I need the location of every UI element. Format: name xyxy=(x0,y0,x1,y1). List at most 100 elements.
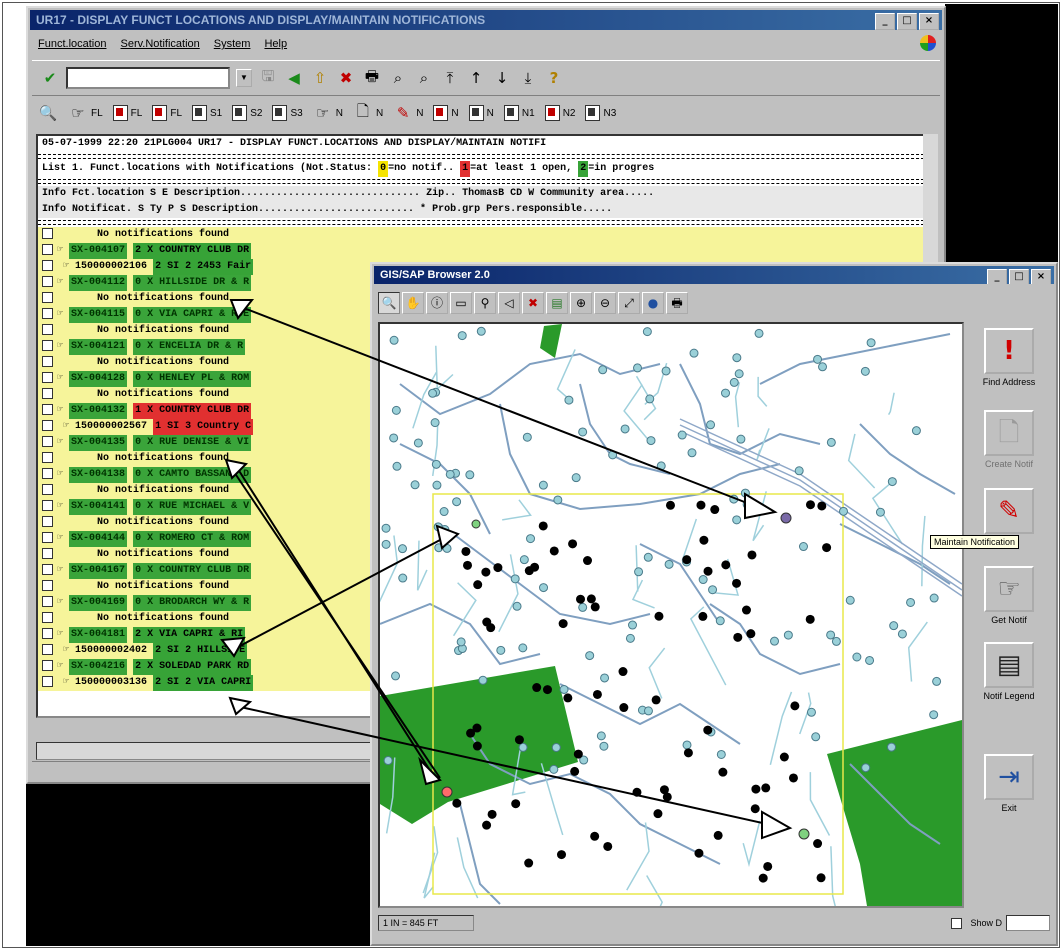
manhole-node[interactable] xyxy=(831,636,841,646)
manhole-node[interactable] xyxy=(452,497,462,507)
row-checkbox[interactable] xyxy=(42,387,53,399)
manhole-node[interactable] xyxy=(538,480,548,490)
selected-asset-node[interactable] xyxy=(461,546,471,556)
manhole-node[interactable] xyxy=(645,394,655,404)
manhole-node[interactable] xyxy=(391,671,401,681)
manhole-node[interactable] xyxy=(625,633,635,643)
selected-asset-node[interactable] xyxy=(570,766,580,776)
selected-asset-node[interactable] xyxy=(665,500,675,510)
selected-asset-node[interactable] xyxy=(473,580,483,590)
row-checkbox[interactable] xyxy=(42,435,53,447)
manhole-node[interactable] xyxy=(398,573,408,583)
row-checkbox[interactable] xyxy=(42,371,53,383)
manhole-node[interactable] xyxy=(598,365,608,375)
selected-asset-node[interactable] xyxy=(463,560,473,570)
close-icon[interactable]: × xyxy=(919,13,939,30)
manhole-node[interactable] xyxy=(682,740,692,750)
row-checkbox[interactable] xyxy=(42,451,53,463)
manhole-node[interactable] xyxy=(442,543,452,553)
manhole-node[interactable] xyxy=(512,601,522,611)
tool-n2[interactable]: N2 xyxy=(544,105,575,121)
selected-asset-node[interactable] xyxy=(590,831,600,841)
notification-id[interactable]: 150000003136 xyxy=(75,677,147,688)
manhole-node[interactable] xyxy=(398,544,408,554)
print-icon[interactable]: 🖶 xyxy=(362,66,382,91)
manhole-node[interactable] xyxy=(698,575,708,585)
selected-asset-node[interactable] xyxy=(813,839,823,849)
manhole-node[interactable] xyxy=(897,629,907,639)
manhole-node[interactable] xyxy=(599,741,609,751)
funct-location-id[interactable]: SX-004144 xyxy=(69,531,128,547)
funct-location-id[interactable]: SX-004132 xyxy=(69,403,128,419)
tool-s2[interactable]: S2 xyxy=(232,105,262,121)
manhole-node[interactable] xyxy=(643,706,653,716)
row-checkbox[interactable] xyxy=(42,307,53,319)
selected-asset-node[interactable] xyxy=(654,611,664,621)
manhole-node[interactable] xyxy=(860,366,870,376)
manhole-node[interactable] xyxy=(433,522,443,532)
selected-asset-node[interactable] xyxy=(549,546,559,556)
manhole-node[interactable] xyxy=(729,377,739,387)
print-icon[interactable]: 🖶 xyxy=(666,292,688,314)
manhole-node[interactable] xyxy=(656,461,666,471)
selected-asset-node[interactable] xyxy=(710,505,720,515)
info-icon[interactable]: ⓘ xyxy=(426,292,448,314)
funct-location-id[interactable]: SX-004121 xyxy=(69,339,128,355)
manhole-node[interactable] xyxy=(634,567,644,577)
clear-selection-icon[interactable]: ✖ xyxy=(522,292,544,314)
funct-location-id[interactable]: SX-004216 xyxy=(69,659,128,675)
back-icon[interactable]: ◀ xyxy=(284,69,304,87)
manhole-node[interactable] xyxy=(571,473,581,483)
selected-asset-node[interactable] xyxy=(696,500,706,510)
first-page-icon[interactable]: ⤒ xyxy=(440,69,460,87)
manhole-node[interactable] xyxy=(510,574,520,584)
manhole-node[interactable] xyxy=(522,432,532,442)
manhole-node[interactable] xyxy=(457,331,467,341)
manhole-node[interactable] xyxy=(392,461,402,471)
manhole-node[interactable] xyxy=(838,506,848,516)
tool-s1[interactable]: S1 xyxy=(192,105,222,121)
selected-asset-node[interactable] xyxy=(682,555,692,565)
create-notif-button[interactable]: 🗋 Create Notif xyxy=(970,410,1048,469)
manhole-node[interactable] xyxy=(600,673,610,683)
selected-asset-node[interactable] xyxy=(452,798,462,808)
globe-icon[interactable]: ● xyxy=(642,292,664,314)
zoom-tool-icon[interactable]: 🔍 xyxy=(378,292,400,314)
manhole-node[interactable] xyxy=(445,469,455,479)
manhole-node[interactable] xyxy=(661,366,671,376)
manhole-node[interactable] xyxy=(889,621,899,631)
funct-location-id[interactable]: SX-004115 xyxy=(69,307,128,323)
manhole-node[interactable] xyxy=(476,326,486,336)
previous-view-icon[interactable]: ◁ xyxy=(498,292,520,314)
manhole-node[interactable] xyxy=(381,523,391,533)
zoom-full-icon[interactable]: ⤢ xyxy=(618,292,640,314)
manhole-node[interactable] xyxy=(715,616,725,626)
manhole-node[interactable] xyxy=(806,707,816,717)
pan-hand-icon[interactable]: ✋ xyxy=(402,292,424,314)
cancel-icon[interactable]: ✖ xyxy=(336,69,356,87)
manhole-node[interactable] xyxy=(664,559,674,569)
funct-location-row[interactable]: ☞ SX-004107 2 X COUNTRY CLUB DR xyxy=(38,243,934,259)
selected-asset-node[interactable] xyxy=(699,535,709,545)
manhole-node[interactable] xyxy=(551,743,561,753)
tool-n-2[interactable]: 🗋 N xyxy=(353,101,383,126)
selected-asset-node[interactable] xyxy=(733,632,743,642)
selected-asset-node[interactable] xyxy=(751,784,761,794)
map-canvas[interactable] xyxy=(378,322,964,908)
row-checkbox[interactable] xyxy=(42,611,53,623)
manhole-node[interactable] xyxy=(496,645,506,655)
manhole-node[interactable] xyxy=(428,388,438,398)
selected-asset-node[interactable] xyxy=(586,594,596,604)
manhole-node[interactable] xyxy=(770,636,780,646)
manhole-node[interactable] xyxy=(736,434,746,444)
selected-asset-node[interactable] xyxy=(511,799,521,809)
manhole-node[interactable] xyxy=(608,450,618,460)
selected-asset-node[interactable] xyxy=(779,752,789,762)
row-checkbox[interactable] xyxy=(42,403,53,415)
selected-asset-node[interactable] xyxy=(573,749,583,759)
exit-button[interactable]: ⇥ Exit xyxy=(970,754,1048,813)
manhole-node[interactable] xyxy=(813,354,823,364)
manhole-node[interactable] xyxy=(526,534,536,544)
menu-system[interactable]: System xyxy=(214,38,251,50)
manhole-node[interactable] xyxy=(852,652,862,662)
